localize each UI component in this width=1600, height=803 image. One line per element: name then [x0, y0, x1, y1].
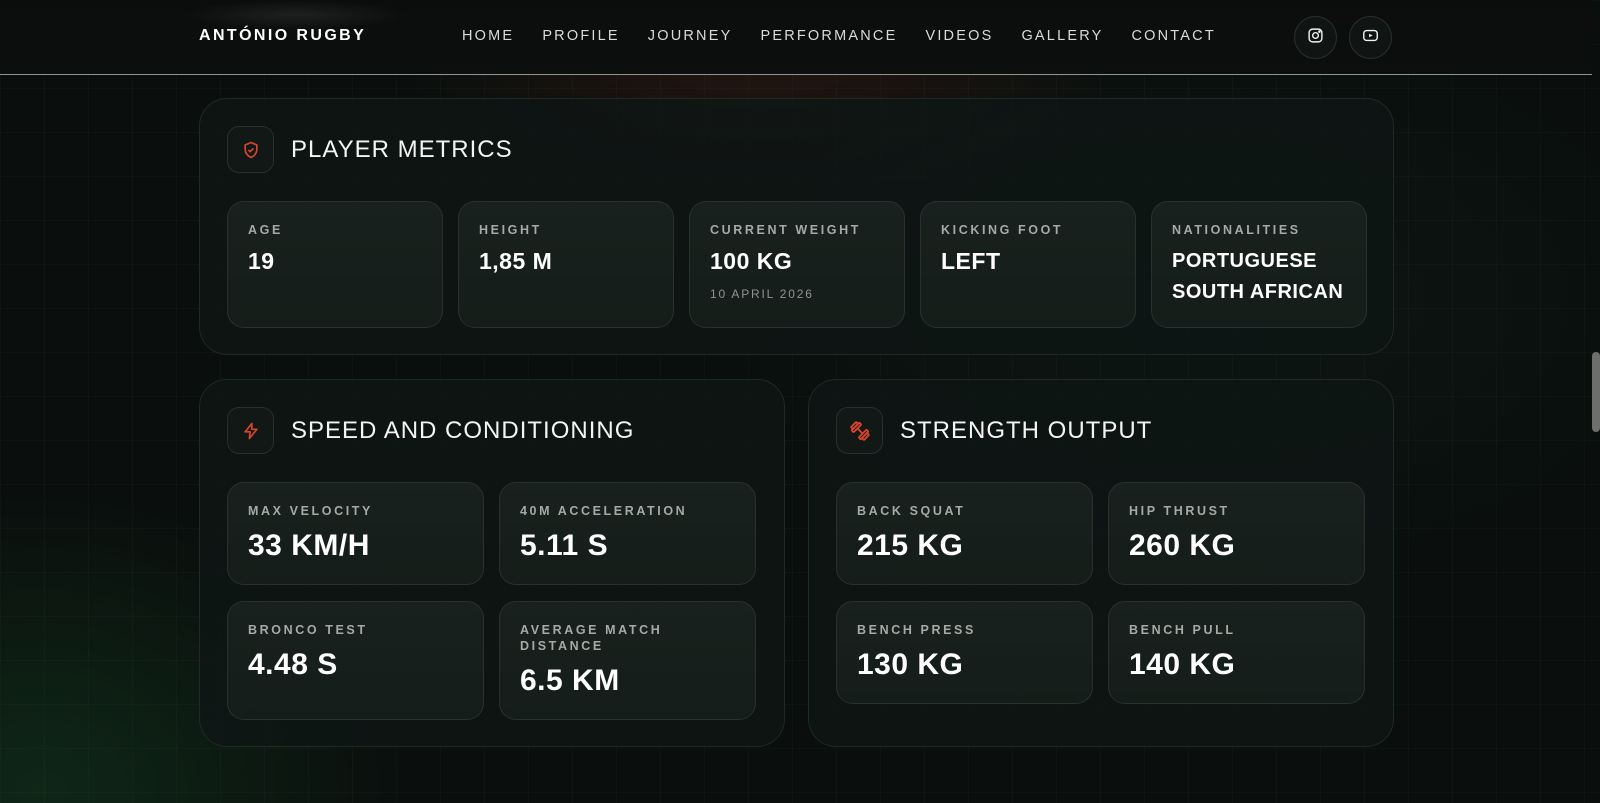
- metric-card-height: HEIGHT 1,85 M: [458, 201, 674, 328]
- metric-label: 40M ACCELERATION: [520, 504, 688, 518]
- nav-profile[interactable]: PROFILE: [542, 28, 619, 44]
- metric-label: CURRENT WEIGHT: [710, 223, 861, 237]
- metric-label: BACK SQUAT: [857, 504, 966, 518]
- metric-value: 5.11 S: [520, 529, 609, 562]
- metric-value: LEFT: [941, 248, 1001, 274]
- metric-date: 10 APRIL 2026: [710, 287, 814, 301]
- metric-card-40m-acceleration: 40M ACCELERATION 5.11 S: [499, 482, 756, 585]
- nav-journey[interactable]: JOURNEY: [648, 28, 733, 44]
- shield-check-icon: [227, 126, 274, 173]
- brand-logo[interactable]: ANTÓNIO RUGBY: [199, 27, 366, 45]
- dumbbell-icon: [836, 407, 883, 454]
- nav-contact[interactable]: CONTACT: [1131, 28, 1215, 44]
- panel-header: STRENGTH OUTPUT: [836, 407, 1152, 454]
- metric-value: 6.5 KM: [520, 664, 620, 697]
- metric-card-bench-pull: BENCH PULL 140 KG: [1108, 601, 1365, 704]
- metric-label: BENCH PULL: [1129, 623, 1236, 637]
- social-links: [1294, 16, 1392, 59]
- metric-label: BENCH PRESS: [857, 623, 976, 637]
- metric-value: 33 KM/H: [248, 529, 370, 562]
- metric-value: 19: [248, 248, 275, 274]
- metric-card-age: AGE 19: [227, 201, 443, 328]
- metric-card-average-match-distance: AVERAGE MATCH DISTANCE 6.5 KM: [499, 601, 756, 720]
- panel-title: PLAYER METRICS: [291, 135, 513, 163]
- metric-label: HEIGHT: [479, 223, 542, 237]
- metric-card-bronco-test: BRONCO TEST 4.48 S: [227, 601, 484, 720]
- metric-label: BRONCO TEST: [248, 623, 368, 637]
- nationality-value: PORTUGUESE: [1172, 250, 1318, 272]
- main-nav: HOME PROFILE JOURNEY PERFORMANCE VIDEOS …: [462, 28, 1216, 44]
- top-navigation-bar: ANTÓNIO RUGBY HOME PROFILE JOURNEY PERFO…: [0, 0, 1592, 75]
- metric-label: HIP THRUST: [1129, 504, 1230, 518]
- metric-value: 140 KG: [1129, 648, 1236, 681]
- metric-value: 4.48 S: [248, 648, 338, 681]
- youtube-button[interactable]: [1349, 16, 1392, 59]
- metric-label: KICKING FOOT: [941, 223, 1064, 237]
- nav-gallery[interactable]: GALLERY: [1021, 28, 1103, 44]
- panel-title: STRENGTH OUTPUT: [900, 416, 1153, 444]
- metric-card-back-squat: BACK SQUAT 215 KG: [836, 482, 1093, 585]
- metric-card-kicking-foot: KICKING FOOT LEFT: [920, 201, 1136, 328]
- metric-card-max-velocity: MAX VELOCITY 33 KM/H: [227, 482, 484, 585]
- nav-performance[interactable]: PERFORMANCE: [760, 28, 897, 44]
- metric-value: 260 KG: [1129, 529, 1236, 562]
- lightning-icon: [227, 407, 274, 454]
- metric-card-nationalities: NATIONALITIES PORTUGUESE SOUTH AFRICAN: [1151, 201, 1367, 328]
- metric-value: 130 KG: [857, 648, 964, 681]
- speed-conditioning-panel: SPEED AND CONDITIONING MAX VELOCITY 33 K…: [199, 379, 785, 747]
- metric-card-current-weight: CURRENT WEIGHT 100 KG 10 APRIL 2026: [689, 201, 905, 328]
- metric-card-bench-press: BENCH PRESS 130 KG: [836, 601, 1093, 704]
- metric-label: AGE: [248, 223, 283, 237]
- metric-value: 100 KG: [710, 248, 793, 274]
- metric-card-hip-thrust: HIP THRUST 260 KG: [1108, 482, 1365, 585]
- scrollbar[interactable]: [1592, 0, 1600, 803]
- metric-label: NATIONALITIES: [1172, 223, 1301, 237]
- youtube-icon: [1362, 27, 1379, 49]
- player-metrics-panel: PLAYER METRICS AGE 19 HEIGHT 1,85 M CURR…: [199, 98, 1394, 355]
- instagram-icon: [1307, 27, 1324, 49]
- metric-value: 215 KG: [857, 529, 964, 562]
- nav-home[interactable]: HOME: [462, 28, 514, 44]
- metric-value: 1,85 M: [479, 248, 553, 274]
- nationality-value: SOUTH AFRICAN: [1172, 281, 1344, 303]
- nav-videos[interactable]: VIDEOS: [925, 28, 993, 44]
- strength-output-panel: STRENGTH OUTPUT BACK SQUAT 215 KG HIP TH…: [808, 379, 1394, 747]
- panel-header: PLAYER METRICS: [227, 126, 513, 173]
- metric-label: MAX VELOCITY: [248, 504, 373, 518]
- scrollbar-thumb[interactable]: [1592, 352, 1600, 432]
- metric-label: AVERAGE MATCH DISTANCE: [520, 623, 663, 653]
- panel-title: SPEED AND CONDITIONING: [291, 416, 635, 444]
- panel-header: SPEED AND CONDITIONING: [227, 407, 634, 454]
- instagram-button[interactable]: [1294, 16, 1337, 59]
